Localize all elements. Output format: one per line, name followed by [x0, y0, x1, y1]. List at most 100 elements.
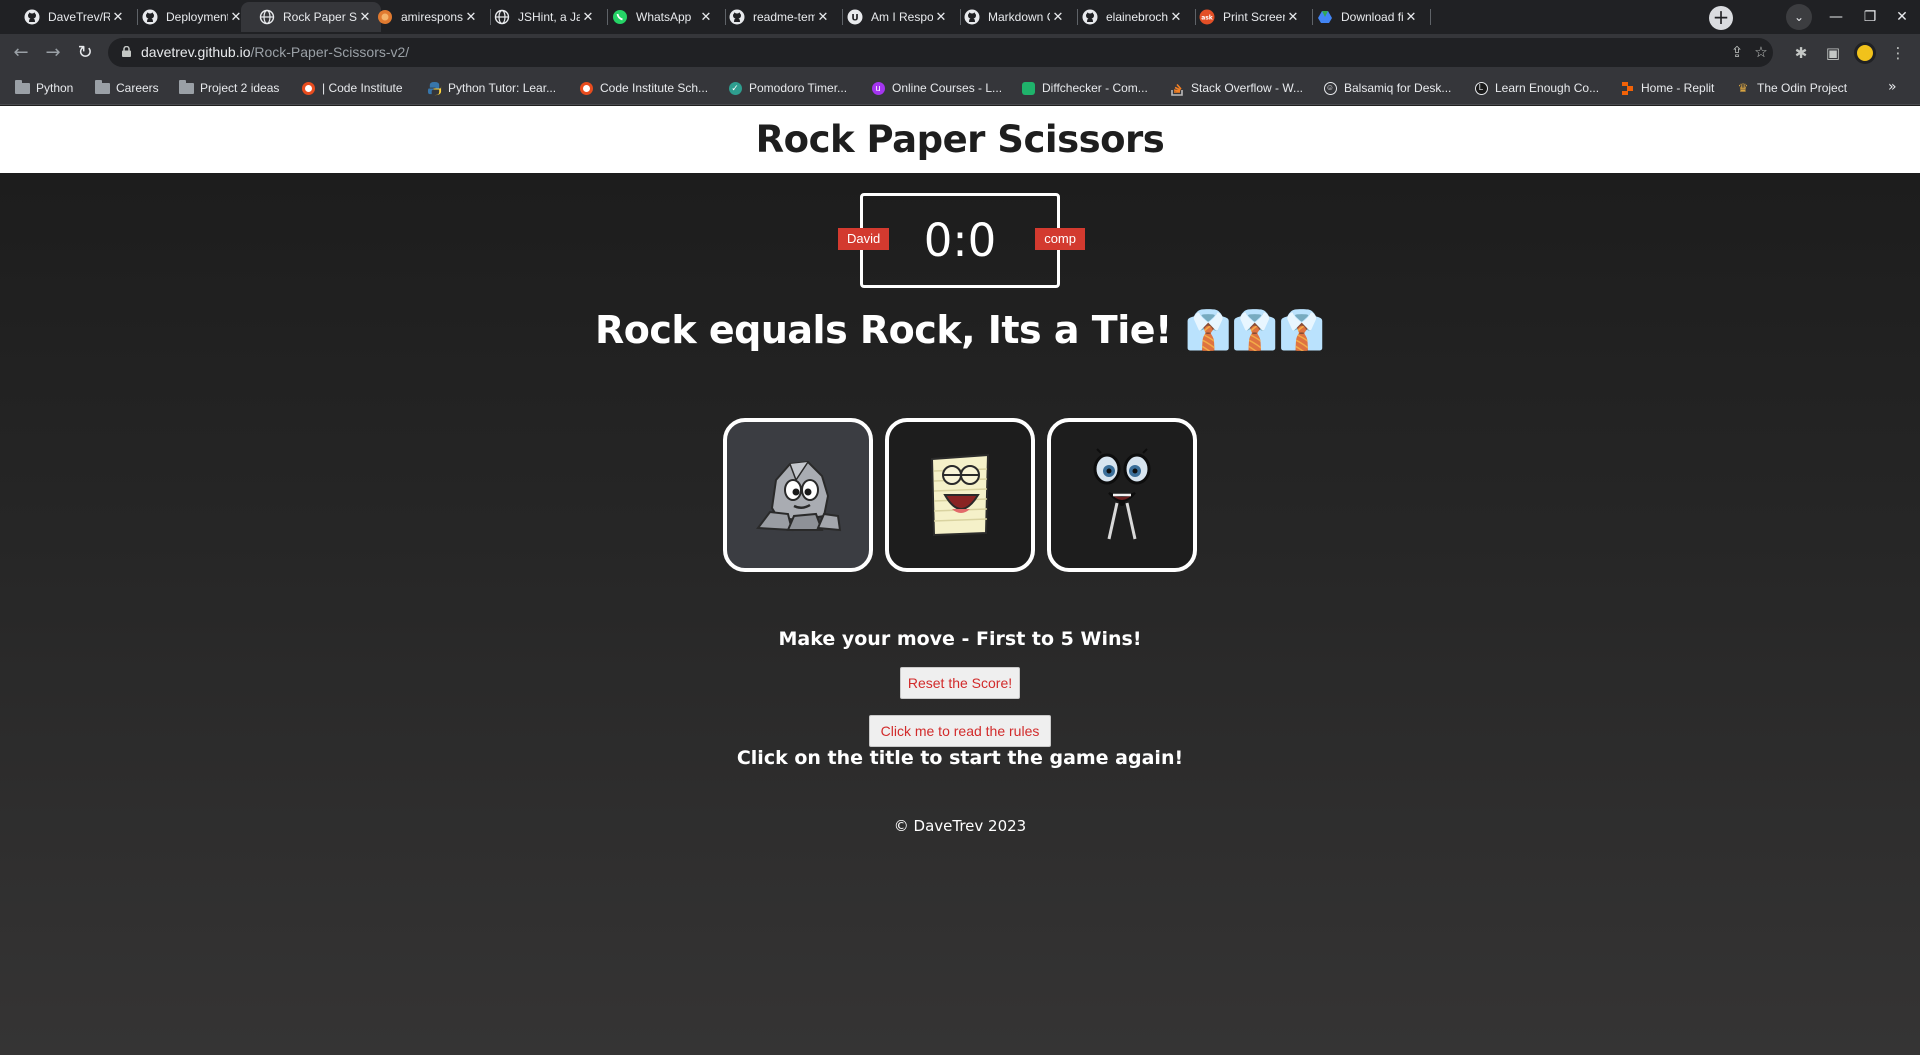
tab-11[interactable]: Download file✕	[1299, 2, 1427, 32]
tab-title: readme-template	[753, 10, 815, 24]
folder-icon	[94, 79, 110, 96]
github-icon	[24, 9, 40, 25]
folder-icon	[178, 79, 194, 96]
globe-icon	[259, 9, 275, 25]
folder-icon	[14, 79, 30, 96]
bookmark-label: | Code Institute	[322, 81, 403, 95]
scoreboard: David 0:0 comp	[838, 193, 1085, 288]
bookmark-item[interactable]: Careers	[94, 79, 159, 97]
tab-8[interactable]: Markdown Cheatsheet✕	[946, 2, 1074, 32]
tab-6[interactable]: readme-template✕	[711, 2, 839, 32]
page-content: Rock Paper Scissors David 0:0 comp Rock …	[0, 106, 1920, 1055]
amiresponsive-icon	[377, 9, 393, 25]
bookmark-item[interactable]: ☺ Balsamiq for Desk...	[1322, 79, 1451, 97]
comp-score: 0	[967, 214, 997, 267]
tab-7[interactable]: UAm I Responsive?✕	[829, 2, 957, 32]
tab-title: Download file	[1341, 10, 1403, 24]
github-icon	[729, 9, 745, 25]
code-institute-icon	[578, 80, 594, 96]
tab-10[interactable]: ask Print Screen ✕	[1181, 2, 1309, 32]
github-icon	[964, 9, 980, 25]
minimize-icon[interactable]: —	[1824, 6, 1848, 28]
bookmark-item[interactable]: | Code Institute	[300, 79, 403, 97]
url-path: /Rock-Paper-Scissors-v2/	[250, 44, 410, 60]
side-panel-icon[interactable]: ▣	[1822, 42, 1844, 64]
user-score: 0	[923, 214, 953, 267]
odin-icon: ♛	[1737, 81, 1749, 95]
tab-close-icon[interactable]: ✕	[1403, 9, 1419, 25]
share-icon[interactable]: ⇪	[1727, 42, 1747, 62]
github-icon	[142, 9, 158, 25]
bookmark-item[interactable]: Project 2 ideas	[178, 79, 279, 97]
tab-1[interactable]: Deployments✕	[124, 2, 252, 32]
paper-choice-button[interactable]	[885, 418, 1035, 572]
bookmark-item[interactable]: L Learn Enough Co...	[1473, 79, 1599, 97]
tab-4[interactable]: JSHint, a JavaScript Code Quality Tool✕	[476, 2, 604, 32]
globe-icon	[494, 9, 510, 25]
score-display: 0:0	[863, 196, 1057, 285]
reset-score-button[interactable]: Reset the Score!	[900, 667, 1020, 699]
tab-title: DaveTrev/Rock-Paper-Scissors-v2	[48, 10, 110, 24]
restart-hint-text: Click on the title to start the game aga…	[736, 747, 1184, 769]
bookmark-label: Code Institute Sch...	[600, 81, 709, 95]
svg-text:ask: ask	[1201, 15, 1214, 22]
learn-enough-icon: L	[1473, 80, 1489, 96]
bookmark-star-icon[interactable]: ☆	[1751, 42, 1771, 62]
tab-0[interactable]: DaveTrev/Rock-Paper-Scissors-v2✕	[6, 2, 134, 32]
bookmark-label: Diffchecker - Com...	[1042, 81, 1148, 95]
bookmark-label: Python Tutor: Lear...	[448, 81, 557, 95]
bookmark-item[interactable]: Python	[14, 79, 73, 97]
bookmark-label: The Odin Project	[1757, 81, 1848, 95]
amiresponsive-u-icon: U	[847, 9, 863, 25]
bookmark-item[interactable]: Code Institute Sch...	[578, 79, 708, 97]
bookmark-item[interactable]: Python Tutor: Lear...	[426, 79, 556, 97]
tab-3[interactable]: amiresponsive✕	[359, 2, 487, 32]
bookmark-item[interactable]: Stack Overflow - W...	[1169, 79, 1303, 97]
bookmark-item[interactable]: u Online Courses - L...	[870, 79, 1002, 97]
code-institute-icon	[300, 80, 316, 96]
extensions-icon[interactable]: ✱	[1790, 42, 1812, 64]
bookmark-label: Home - Replit	[1641, 81, 1715, 95]
bookmarks-bar: Python Careers Project 2 ideas | Code Insti…	[0, 71, 1920, 105]
bookmark-item[interactable]: ♛ The Odin Project	[1735, 79, 1847, 97]
tab-strip: DaveTrev/Rock-Paper-Scissors-v2✕Deployme…	[0, 0, 1920, 34]
read-rules-button[interactable]: Click me to read the rules	[869, 715, 1051, 747]
page-title[interactable]: Rock Paper Scissors	[0, 106, 1920, 173]
new-tab-button[interactable]: +	[1709, 6, 1733, 30]
bookmark-label: Balsamiq for Desk...	[1344, 81, 1452, 95]
tab-title: amiresponsive	[401, 10, 463, 24]
score-separator: :	[952, 214, 968, 267]
address-bar[interactable]: davetrev.github.io/Rock-Paper-Scissors-v…	[108, 38, 1773, 67]
tab-title: Rock Paper Scissors	[283, 10, 357, 24]
restore-icon[interactable]: ❐	[1858, 6, 1882, 28]
forward-icon[interactable]: →	[40, 40, 66, 66]
replit-icon	[1619, 80, 1635, 96]
tab-5[interactable]: WhatsApp ✕	[594, 2, 722, 32]
choice-buttons	[723, 418, 1197, 572]
tab-9[interactable]: elainebroche ✕	[1064, 2, 1192, 32]
bookmark-label: Online Courses - L...	[892, 81, 1003, 95]
tab-title: WhatsApp	[636, 10, 692, 24]
reload-icon[interactable]: ↻	[72, 40, 98, 66]
back-icon[interactable]: ←	[8, 40, 34, 66]
bookmark-item[interactable]: Diffchecker - Com...	[1020, 79, 1148, 97]
tab-title: elainebroche	[1106, 10, 1168, 24]
tab-search-button[interactable]: ⌄	[1786, 4, 1812, 30]
profile-avatar[interactable]	[1854, 42, 1876, 64]
bookmark-item[interactable]: Home - Replit	[1619, 79, 1714, 97]
menu-icon[interactable]: ⋮	[1887, 42, 1909, 64]
whatsapp-icon	[612, 9, 628, 25]
footer-copyright: © DaveTrev 2023	[893, 817, 1027, 835]
tab-title: Am I Responsive?	[871, 10, 933, 24]
bookmark-label: Project 2 ideas	[200, 81, 280, 95]
github-icon	[1082, 9, 1098, 25]
close-window-icon[interactable]: ✕	[1890, 6, 1914, 28]
rock-choice-button[interactable]	[723, 418, 873, 572]
paper-character-icon	[930, 453, 990, 537]
bookmark-item[interactable]: ✓ Pomodoro Timer...	[727, 79, 847, 97]
bookmark-label: Stack Overflow - W...	[1191, 81, 1304, 95]
bookmark-label: Pomodoro Timer...	[749, 81, 848, 95]
scissors-choice-button[interactable]	[1047, 418, 1197, 572]
more-bookmarks-icon[interactable]: »	[1888, 79, 1897, 95]
tab-title: Markdown Cheatsheet	[988, 10, 1050, 24]
